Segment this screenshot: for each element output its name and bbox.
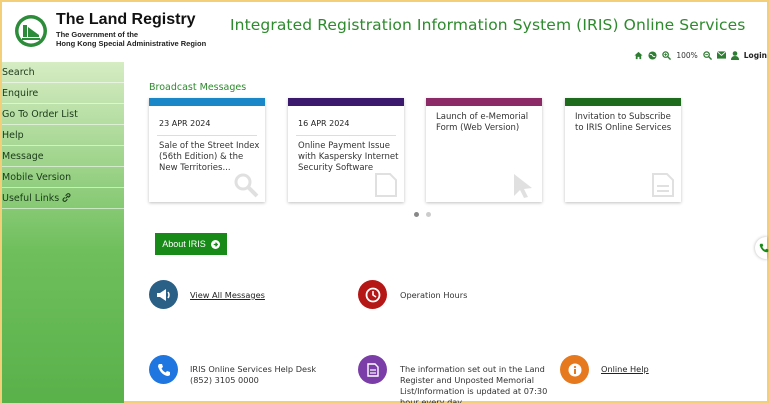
helpdesk-label: IRIS Online Services Help Desk (852) 310…	[190, 364, 316, 386]
cursor-icon	[514, 174, 532, 198]
card-color-bar	[149, 98, 265, 106]
sidebar-item-label: Search	[2, 67, 35, 78]
operation-hours-label[interactable]: Operation Hours	[400, 290, 467, 301]
broadcast-card[interactable]: 16 APR 2024 Online Payment Issue with Ka…	[288, 98, 404, 202]
header-toolbar: 100% Login	[634, 49, 767, 61]
sidebar-item-order-list[interactable]: Go To Order List	[2, 104, 124, 125]
broadcast-card[interactable]: Invitation to Subscribe to IRIS Online S…	[565, 98, 681, 202]
card-text: Sale of the Street Index (56th Edition) …	[159, 141, 260, 173]
sidebar-item-label: Useful Links	[2, 193, 60, 204]
arrow-right-circle-icon	[210, 239, 220, 249]
card-text: Launch of e-Memorial Form (Web Version)	[436, 112, 529, 133]
magnifier-icon	[234, 173, 259, 198]
card-date: 23 APR 2024	[159, 119, 211, 128]
link-icon	[62, 193, 71, 202]
document-info-icon[interactable]	[358, 355, 387, 384]
sidebar-item-label: Help	[2, 130, 24, 141]
header: The Land Registry The Government of the …	[2, 2, 767, 62]
card-color-bar	[565, 98, 681, 106]
sidebar-item-label: Message	[2, 151, 44, 162]
globe-icon[interactable]	[648, 50, 657, 60]
card-divider	[296, 135, 396, 136]
card-color-bar	[288, 98, 404, 106]
main-content: Broadcast Messages 23 APR 2024 Sale of t…	[124, 62, 767, 403]
user-icon[interactable]	[730, 50, 739, 60]
zoom-in-icon[interactable]	[662, 50, 672, 60]
card-text: Online Payment Issue with Kaspersky Inte…	[298, 141, 399, 173]
brand-subtitle-1: The Government of the	[56, 30, 139, 39]
info-icon[interactable]	[560, 355, 589, 384]
update-info-text: The information set out in the Land Regi…	[400, 364, 548, 403]
megaphone-icon[interactable]	[149, 280, 178, 309]
brand-subtitle-2: Hong Kong Special Administrative Region	[56, 39, 207, 48]
carousel-dot[interactable]	[426, 212, 431, 217]
card-text: Invitation to Subscribe to IRIS Online S…	[575, 112, 672, 133]
sidebar-item-enquire[interactable]: Enquire	[2, 83, 124, 104]
broadcast-card[interactable]: 23 APR 2024 Sale of the Street Index (56…	[149, 98, 265, 202]
mail-icon[interactable]	[716, 51, 726, 59]
sidebar-item-mobile-version[interactable]: Mobile Version	[2, 167, 124, 188]
card-color-bar	[426, 98, 542, 106]
sidebar: Search Enquire Go To Order List Help Mes…	[2, 62, 124, 403]
phone-icon[interactable]	[149, 355, 178, 384]
login-link[interactable]: Login	[744, 51, 767, 60]
view-all-messages-link[interactable]: View All Messages	[190, 290, 265, 301]
brand-name: The Land Registry	[56, 11, 196, 28]
system-title: Integrated Registration Information Syst…	[230, 16, 746, 34]
carousel-dot[interactable]	[414, 212, 419, 217]
helpdesk-phone: (852) 3105 0000	[190, 375, 259, 385]
about-iris-label: About IRIS	[162, 239, 206, 249]
clock-icon[interactable]	[358, 280, 387, 309]
broadcast-title: Broadcast Messages	[149, 82, 247, 93]
online-help-link[interactable]: Online Help	[601, 364, 649, 375]
sidebar-item-label: Go To Order List	[2, 109, 78, 120]
about-iris-button[interactable]: About IRIS	[155, 233, 227, 255]
card-date: 16 APR 2024	[298, 119, 350, 128]
land-registry-logo-icon[interactable]	[14, 14, 48, 48]
sidebar-item-help[interactable]: Help	[2, 125, 124, 146]
sidebar-item-search[interactable]: Search	[2, 62, 124, 83]
sidebar-item-label: Enquire	[2, 88, 39, 99]
carousel-dots	[414, 212, 431, 217]
sidebar-item-message[interactable]: Message	[2, 146, 124, 167]
home-icon[interactable]	[634, 51, 643, 60]
document-icon	[375, 173, 397, 197]
card-divider	[157, 135, 257, 136]
sidebar-item-useful-links[interactable]: Useful Links	[2, 188, 124, 209]
sidebar-item-label: Mobile Version	[2, 172, 72, 183]
helpdesk-title: IRIS Online Services Help Desk	[190, 364, 317, 374]
zoom-out-icon[interactable]	[703, 50, 712, 60]
broadcast-card[interactable]: Launch of e-Memorial Form (Web Version)	[426, 98, 542, 202]
zoom-level: 100%	[676, 50, 698, 60]
form-icon	[652, 173, 674, 197]
